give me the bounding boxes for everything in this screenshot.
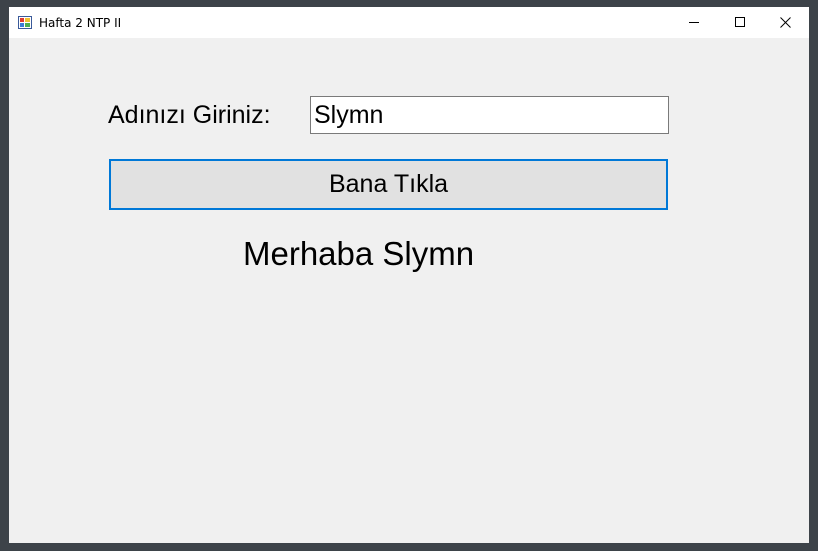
- title-bar[interactable]: Hafta 2 NTP II: [9, 7, 809, 38]
- name-input[interactable]: [310, 96, 669, 134]
- window-title: Hafta 2 NTP II: [39, 16, 122, 30]
- click-me-button[interactable]: Bana Tıkla: [109, 159, 668, 210]
- winforms-app-icon: [18, 16, 32, 29]
- name-label: Adınızı Giriniz:: [108, 101, 271, 129]
- app-window: Hafta 2 NTP II Adınızı Giriniz: Bana Tık…: [9, 7, 809, 543]
- form-client-area: Adınızı Giriniz: Bana Tıkla Merhaba Slym…: [9, 38, 809, 543]
- minimize-icon: [689, 22, 699, 23]
- maximize-button[interactable]: [718, 7, 764, 38]
- maximize-icon: [735, 17, 745, 27]
- greeting-label: Merhaba Slymn: [243, 235, 475, 272]
- close-button[interactable]: [763, 7, 809, 38]
- minimize-button[interactable]: [672, 7, 718, 38]
- close-icon: [780, 17, 791, 28]
